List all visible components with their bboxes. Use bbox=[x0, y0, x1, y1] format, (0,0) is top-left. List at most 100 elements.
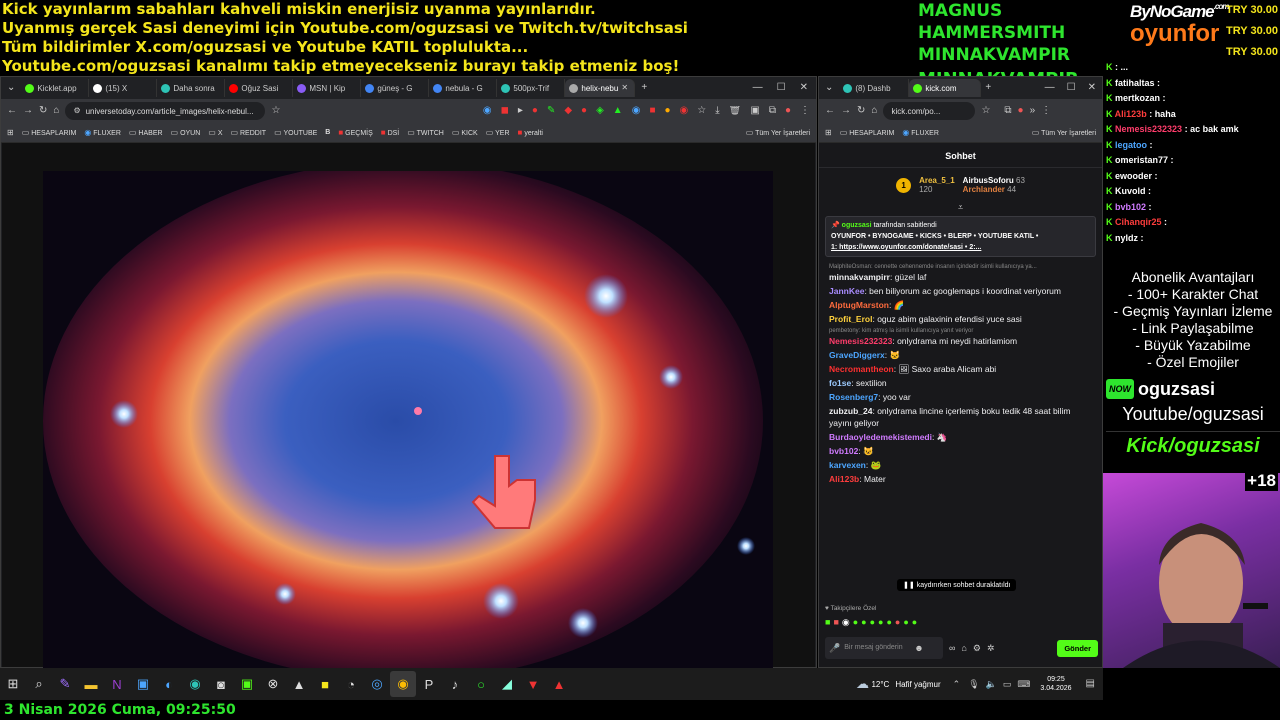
chat-username[interactable]: fo1se bbox=[829, 378, 851, 388]
bookmark-yeralti[interactable]: ■ yeralti bbox=[518, 128, 543, 137]
extension-icon[interactable]: ■ bbox=[649, 106, 655, 116]
close-window-icon[interactable]: ✕ bbox=[800, 83, 808, 93]
bookmark-oyun[interactable]: ▭ OYUN bbox=[171, 128, 201, 137]
chat-username[interactable]: Nemesis232323 bbox=[829, 336, 892, 346]
extension-icon[interactable]: ◼ bbox=[501, 106, 509, 116]
chat-message[interactable]: fo1se: sextilion bbox=[819, 377, 1102, 389]
maximize-icon[interactable]: ☐ bbox=[1067, 83, 1076, 93]
app-icon[interactable]: ◐ bbox=[156, 671, 182, 697]
tab-helix-nebula[interactable]: helix-nebu ✕ bbox=[565, 79, 636, 97]
points-icon[interactable]: ∞ bbox=[949, 643, 955, 653]
bookmark-kick[interactable]: ▭ KICK bbox=[452, 128, 478, 137]
chat-username[interactable]: karvexen bbox=[829, 460, 866, 470]
bookmark-youtube[interactable]: ▭ YOUTUBE bbox=[274, 128, 317, 137]
new-tab-icon[interactable]: + bbox=[641, 83, 647, 93]
tab-oguz-sasi[interactable]: Oğuz Sasi bbox=[225, 79, 294, 97]
chat-message[interactable]: Nemesis232323: onlydrama mi neydi hatirl… bbox=[819, 335, 1102, 347]
chat-username[interactable]: Profit_Erol bbox=[829, 314, 872, 324]
network-icon[interactable]: ▭ bbox=[1003, 679, 1012, 689]
chat-message[interactable]: Necromantheon: 🖼 Saxo araba Alicam abi bbox=[819, 363, 1102, 375]
chat-username[interactable]: bvb102 bbox=[829, 446, 858, 456]
vivaldi-icon[interactable]: ▼ bbox=[520, 671, 546, 697]
tab-gunes[interactable]: güneş - G bbox=[361, 79, 430, 97]
home-icon[interactable]: ⌂ bbox=[871, 106, 877, 116]
chat-message[interactable]: minnakvampirr: güzel laf bbox=[819, 271, 1102, 283]
extension-icon[interactable]: ◉ bbox=[632, 106, 641, 116]
app-icon[interactable]: P bbox=[416, 671, 442, 697]
bookmark-yer[interactable]: ▭ YER bbox=[486, 128, 510, 137]
microphone-icon[interactable]: 🎙 bbox=[968, 679, 979, 689]
weather-temp[interactable]: 12°C bbox=[871, 680, 889, 689]
weather-description[interactable]: Hafif yağmur bbox=[895, 680, 940, 689]
edge-icon[interactable]: ◉ bbox=[182, 671, 208, 697]
extension-icon[interactable]: ▸ bbox=[518, 106, 523, 116]
settings-icon[interactable]: ⚙ bbox=[973, 643, 981, 653]
sticky-notes-icon[interactable]: ■ bbox=[312, 671, 338, 697]
file-explorer-icon[interactable]: ▬ bbox=[78, 671, 104, 697]
emote-icon[interactable]: ● bbox=[861, 617, 866, 628]
clock[interactable]: 09:25 3.04.2026 bbox=[1040, 675, 1071, 693]
chrome-icon[interactable]: ◉ bbox=[390, 671, 416, 697]
app-icon[interactable]: ⊗ bbox=[260, 671, 286, 697]
app-icon[interactable]: ○ bbox=[468, 671, 494, 697]
speaker-icon[interactable]: 🔈 bbox=[986, 679, 997, 689]
trash-icon[interactable]: 🗑 bbox=[729, 106, 742, 116]
extensions-icon[interactable]: ⧉ bbox=[769, 106, 776, 116]
chat-username[interactable]: JannKee bbox=[829, 286, 864, 296]
forward-icon[interactable]: → bbox=[23, 106, 33, 116]
weather-icon[interactable]: ☁ bbox=[853, 671, 871, 697]
app-icon[interactable]: ♪ bbox=[442, 671, 468, 697]
menu-icon[interactable]: ⋮ bbox=[800, 106, 810, 116]
new-tab-icon[interactable]: + bbox=[985, 83, 991, 93]
extension-icon[interactable]: ● bbox=[664, 106, 670, 116]
chat-username[interactable]: Ali123b bbox=[829, 474, 859, 484]
extension-icon[interactable]: ● bbox=[581, 106, 587, 116]
bookmark-hesaplarim[interactable]: ▭ HESAPLARIM bbox=[22, 128, 77, 137]
close-window-icon[interactable]: ✕ bbox=[1088, 83, 1096, 93]
chat-message[interactable]: zubzub_24: onlydrama lincine içerlemiş b… bbox=[819, 405, 1102, 429]
bookmark-star-icon[interactable]: ☆ bbox=[981, 106, 990, 116]
all-bookmarks[interactable]: ▭ Tüm Yer İşaretleri bbox=[1032, 128, 1096, 137]
back-icon[interactable]: ← bbox=[825, 106, 835, 116]
screenshot-icon[interactable]: ▣ bbox=[750, 106, 759, 116]
tab-kick[interactable]: kick.com bbox=[909, 79, 982, 97]
emote-icon[interactable]: ● bbox=[895, 617, 900, 628]
chat-username[interactable]: zubzub_24 bbox=[829, 406, 872, 416]
minimize-icon[interactable]: — bbox=[753, 83, 763, 93]
emote-icon[interactable]: ● bbox=[878, 617, 883, 628]
bookmark-fluxer[interactable]: ◉ FLUXER bbox=[902, 128, 939, 137]
tab-x[interactable]: (15) X bbox=[89, 79, 158, 97]
chat-username[interactable]: AlptugMarston bbox=[829, 300, 889, 310]
tray-expand-icon[interactable]: ⌃ bbox=[953, 679, 961, 689]
microphone-icon[interactable]: 🎤 bbox=[829, 643, 840, 653]
tab-kicklet[interactable]: Kicklet.app bbox=[21, 79, 90, 97]
keyboard-icon[interactable]: ⌨ bbox=[1017, 679, 1030, 689]
chat-message[interactable]: Ali123b: Mater bbox=[819, 473, 1102, 485]
emoji-icon[interactable]: ☻ bbox=[914, 643, 923, 653]
notifications-icon[interactable]: ▤ bbox=[1086, 679, 1095, 689]
extension-icon[interactable]: ◉ bbox=[483, 106, 492, 116]
extension-icon[interactable]: ✲ bbox=[987, 643, 995, 653]
chat-username[interactable]: GraveDiggerx bbox=[829, 350, 885, 360]
close-icon[interactable]: ✕ bbox=[621, 84, 628, 92]
bookmark-twitch[interactable]: ▭ TWITCH bbox=[407, 128, 444, 137]
pinned-message[interactable]: 📌 oguzsasi tarafından sabitlendi OYUNFOR… bbox=[825, 216, 1096, 257]
minimize-icon[interactable]: — bbox=[1045, 83, 1055, 93]
store-icon[interactable]: ⌂ bbox=[961, 643, 966, 653]
app-icon[interactable]: ✎ bbox=[52, 671, 78, 697]
site-info-icon[interactable]: ⚙ bbox=[73, 107, 80, 115]
collapse-icon[interactable]: ⩡ bbox=[819, 202, 1102, 212]
extension-icon[interactable]: ◆ bbox=[564, 106, 572, 116]
emote-icon[interactable]: ● bbox=[886, 617, 891, 628]
address-bar[interactable]: ⚙ universetoday.com/article_images/helix-… bbox=[65, 102, 266, 120]
reload-icon[interactable]: ↻ bbox=[857, 106, 865, 116]
app-icon[interactable]: ◢ bbox=[494, 671, 520, 697]
reload-icon[interactable]: ↻ bbox=[39, 106, 47, 116]
tab-search-icon[interactable]: ⌄ bbox=[7, 83, 15, 93]
chat-username[interactable]: Necromantheon bbox=[829, 364, 894, 374]
tab-search-icon[interactable]: ⌄ bbox=[825, 83, 833, 93]
chat-message[interactable]: Burdaoyledemekistemedi: 🦄 bbox=[819, 431, 1102, 443]
bookmark-dsi[interactable]: ■ DSİ bbox=[381, 128, 399, 137]
tab-500px[interactable]: 500px-Trif bbox=[497, 79, 566, 97]
back-icon[interactable]: ← bbox=[7, 106, 17, 116]
